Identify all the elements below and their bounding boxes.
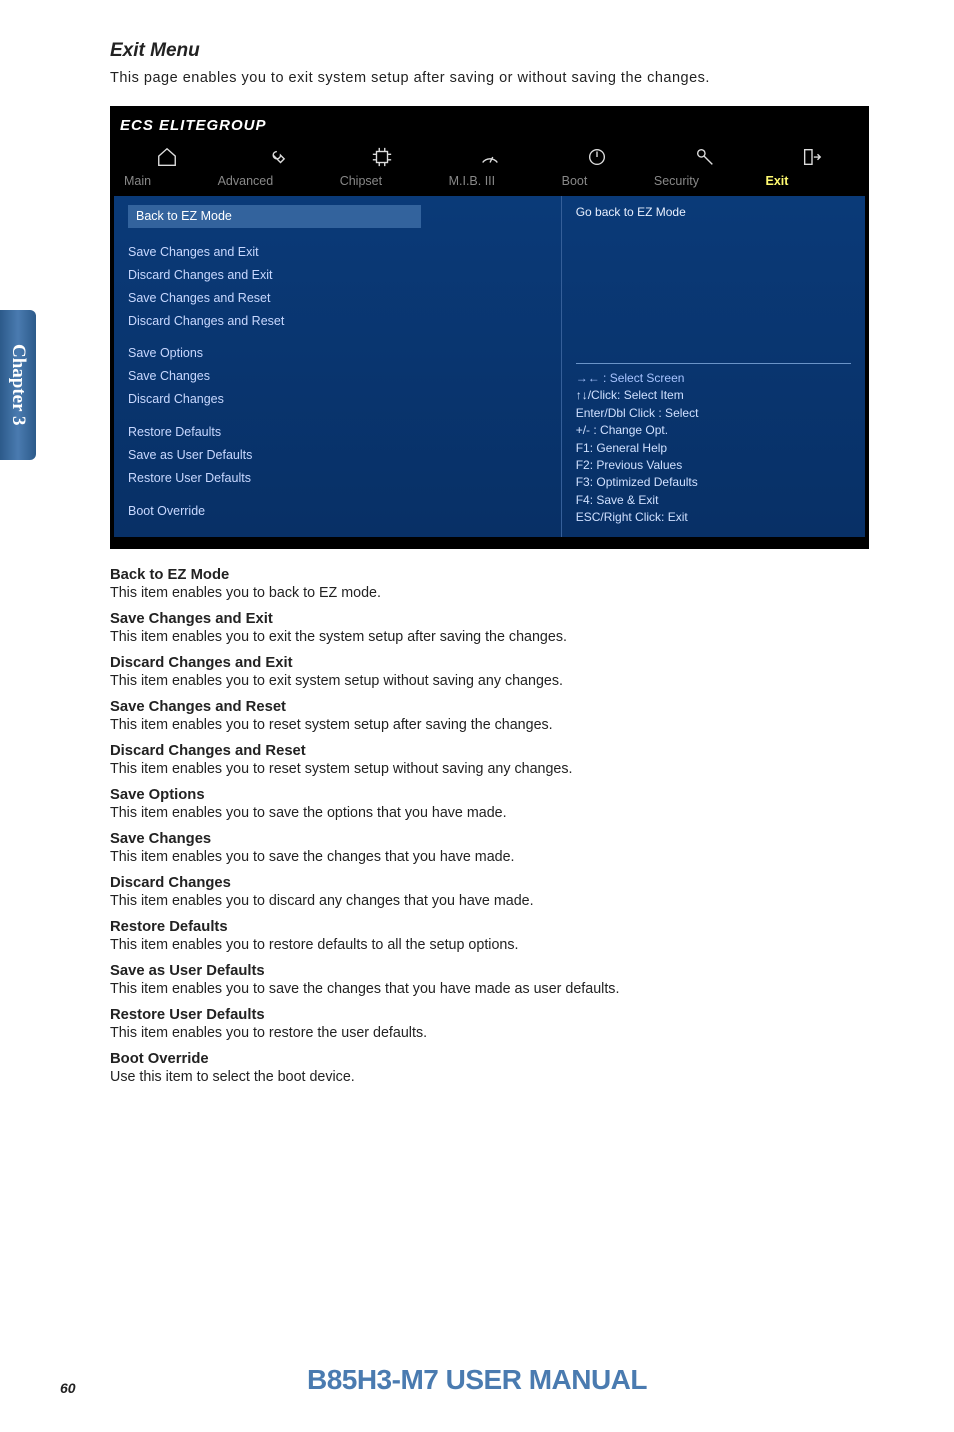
menu-item[interactable]: Boot Override <box>124 500 551 523</box>
item-heading: Save as User Defaults <box>110 963 869 979</box>
item-text: This item enables you to save the option… <box>110 805 869 821</box>
footer-manual-title: B85H3-M7 USER MANUAL <box>0 1364 954 1396</box>
item-heading: Save Options <box>110 787 869 803</box>
bios-brand: ECS ELITEGROUP <box>120 117 267 134</box>
help-key-line: F2: Previous Values <box>576 457 851 474</box>
brand-prefix: ECS <box>120 117 154 134</box>
menu-back-ez-label: Back to EZ Mode <box>128 205 421 228</box>
tab-security[interactable]: Security <box>654 172 766 190</box>
menu-group-3: Restore Defaults Save as User Defaults R… <box>124 421 551 490</box>
section-title: Exit Menu <box>110 40 869 62</box>
help-description: Go back to EZ Mode <box>576 202 851 227</box>
item-heading: Save Changes <box>110 831 869 847</box>
bios-header: ECS ELITEGROUP <box>110 106 869 146</box>
wrench-icon <box>240 146 310 168</box>
bios-tab-labels: Main Advanced Chipset M.I.B. III Boot Se… <box>110 172 869 196</box>
menu-back-ez[interactable]: Back to EZ Mode <box>124 202 551 231</box>
help-key-line: F3: Optimized Defaults <box>576 474 851 491</box>
bios-tab-icon-row <box>110 146 869 172</box>
descriptions: Back to EZ Mode This item enables you to… <box>110 567 869 1085</box>
menu-group-4: Boot Override <box>124 500 551 523</box>
item-text: This item enables you to reset system se… <box>110 717 869 733</box>
menu-item[interactable]: Discard Changes and Exit <box>124 264 551 287</box>
item-text: Use this item to select the boot device. <box>110 1069 869 1085</box>
help-key-line: F1: General Help <box>576 440 851 457</box>
tab-boot[interactable]: Boot <box>562 172 654 190</box>
chapter-side-tab: Chapter 3 <box>0 310 36 460</box>
menu-group-2: Save Options Save Changes Discard Change… <box>124 342 551 411</box>
section-intro: This page enables you to exit system set… <box>110 68 869 90</box>
item-text: This item enables you to back to EZ mode… <box>110 585 869 601</box>
key-icon <box>670 146 740 168</box>
menu-item[interactable]: Restore Defaults <box>124 421 551 444</box>
bios-screenshot: ECS ELITEGROUP Main Advanced Chipset M.I… <box>110 106 869 549</box>
menu-save-options-header: Save Options <box>124 342 551 365</box>
item-text: This item enables you to discard any cha… <box>110 893 869 909</box>
chip-icon <box>347 146 417 168</box>
menu-item[interactable]: Save Changes <box>124 365 551 388</box>
item-heading: Back to EZ Mode <box>110 567 869 583</box>
item-heading: Restore User Defaults <box>110 1007 869 1023</box>
item-heading: Save Changes and Reset <box>110 699 869 715</box>
page-number: 60 <box>60 1380 76 1396</box>
tab-mib[interactable]: M.I.B. III <box>449 172 562 190</box>
chapter-label: Chapter 3 <box>7 344 29 425</box>
help-key-line: ↑↓/Click: Select Item <box>576 387 851 404</box>
item-text: This item enables you to restore default… <box>110 937 869 953</box>
menu-item[interactable]: Save Changes and Reset <box>124 287 551 310</box>
help-key-line: →← : Select Screen <box>576 370 851 387</box>
menu-item[interactable]: Save Changes and Exit <box>124 241 551 264</box>
exit-icon <box>777 146 847 168</box>
item-text: This item enables you to restore the use… <box>110 1025 869 1041</box>
item-heading: Restore Defaults <box>110 919 869 935</box>
brand-name: ELITEGROUP <box>159 117 267 134</box>
bios-help-pane: Go back to EZ Mode →← : Select Screen ↑↓… <box>561 196 865 537</box>
help-key-line: +/- : Change Opt. <box>576 422 851 439</box>
tab-advanced[interactable]: Advanced <box>218 172 340 190</box>
bios-body: Back to EZ Mode Save Changes and Exit Di… <box>114 196 865 537</box>
menu-item[interactable]: Discard Changes and Reset <box>124 310 551 333</box>
home-icon <box>132 146 202 168</box>
item-heading: Boot Override <box>110 1051 869 1067</box>
menu-item[interactable]: Restore User Defaults <box>124 467 551 490</box>
menu-item[interactable]: Discard Changes <box>124 388 551 411</box>
item-heading: Discard Changes <box>110 875 869 891</box>
power-icon <box>562 146 632 168</box>
bios-menu-pane: Back to EZ Mode Save Changes and Exit Di… <box>114 196 561 537</box>
gauge-icon <box>455 146 525 168</box>
help-key-line: F4: Save & Exit <box>576 492 851 509</box>
item-heading: Save Changes and Exit <box>110 611 869 627</box>
menu-group-1: Save Changes and Exit Discard Changes an… <box>124 241 551 333</box>
item-text: This item enables you to save the change… <box>110 981 869 997</box>
item-heading: Discard Changes and Exit <box>110 655 869 671</box>
help-key-line: ESC/Right Click: Exit <box>576 509 851 526</box>
item-text: This item enables you to exit system set… <box>110 673 869 689</box>
item-text: This item enables you to reset system se… <box>110 761 869 777</box>
menu-item[interactable]: Save as User Defaults <box>124 444 551 467</box>
help-keys: →← : Select Screen ↑↓/Click: Select Item… <box>576 363 851 527</box>
item-heading: Discard Changes and Reset <box>110 743 869 759</box>
tab-chipset[interactable]: Chipset <box>340 172 449 190</box>
item-text: This item enables you to exit the system… <box>110 629 869 645</box>
tab-main[interactable]: Main <box>124 172 218 190</box>
help-key-line: Enter/Dbl Click : Select <box>576 405 851 422</box>
tab-exit[interactable]: Exit <box>766 172 855 190</box>
item-text: This item enables you to save the change… <box>110 849 869 865</box>
